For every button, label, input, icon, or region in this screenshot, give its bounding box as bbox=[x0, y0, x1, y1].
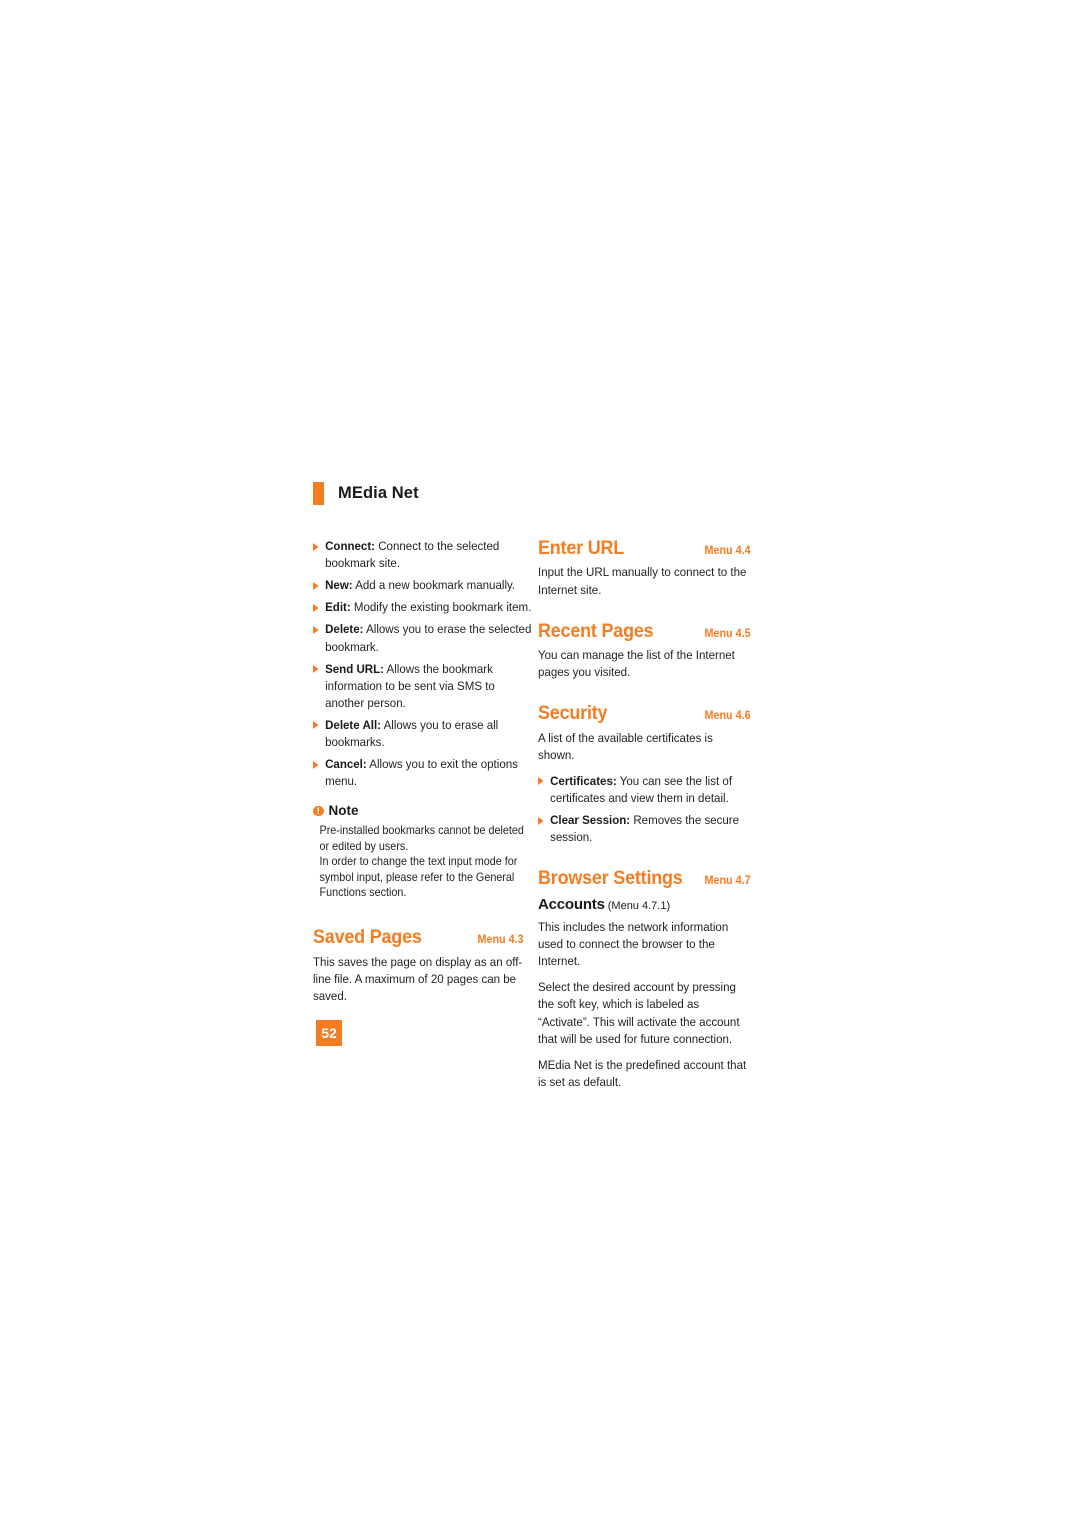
section-header: Browser Settings Menu 4.7 bbox=[538, 867, 751, 890]
section-browser-settings: Browser Settings Menu 4.7 Accounts (Menu … bbox=[538, 867, 751, 1091]
triangle-bullet-icon bbox=[313, 625, 319, 634]
section-body: This saves the page on display as an off… bbox=[313, 954, 523, 1003]
section-header: Enter URL Menu 4.4 bbox=[538, 537, 751, 559]
list-item-term: Send URL: bbox=[325, 661, 384, 676]
section-header: Saved Pages Menu 4.3 bbox=[313, 926, 524, 949]
list-item-term: Delete: bbox=[325, 622, 364, 637]
subsection-title: Accounts bbox=[538, 895, 605, 913]
note-body: Pre-installed bookmarks cannot be delete… bbox=[313, 823, 530, 901]
section-menu-tag: Menu 4.7 bbox=[704, 874, 751, 888]
list-item: Certificates: You can see the list of ce… bbox=[538, 773, 763, 807]
right-column: Enter URL Menu 4.4 Input the URL manuall… bbox=[538, 537, 751, 1091]
section-body: Input the URL manually to connect to the… bbox=[538, 565, 747, 597]
running-head: MEdia Net bbox=[313, 482, 419, 505]
section-header: Security Menu 4.6 bbox=[538, 702, 751, 725]
triangle-bullet-icon bbox=[313, 760, 319, 769]
section-recent-pages: Recent Pages Menu 4.5 You can manage the… bbox=[538, 619, 751, 682]
list-item: New: Add a new bookmark manually. bbox=[313, 577, 536, 594]
subsection-header-accounts: Accounts (Menu 4.7.1) bbox=[538, 895, 751, 914]
subsection-menu-tag: (Menu 4.7.1) bbox=[607, 899, 671, 912]
section-menu-tag: Menu 4.3 bbox=[477, 933, 524, 947]
list-item-term: Connect: bbox=[325, 539, 376, 553]
triangle-bullet-icon bbox=[313, 542, 319, 551]
note-label: Note bbox=[328, 803, 359, 819]
triangle-bullet-icon bbox=[538, 777, 544, 786]
left-column: Connect: Connect to the selected bookmar… bbox=[313, 538, 531, 1005]
manual-page: MEdia Net Connect: Connect to the select… bbox=[0, 0, 1080, 1527]
section-title: Enter URL bbox=[538, 537, 625, 559]
list-item: Send URL: Allows the bookmark informatio… bbox=[313, 661, 536, 712]
section-title: Saved Pages bbox=[313, 926, 422, 949]
list-item: Delete All: Allows you to erase all book… bbox=[313, 717, 536, 751]
note-line: In order to change the text input mode f… bbox=[319, 855, 518, 900]
section-security: Security Menu 4.6 A list of the availabl… bbox=[538, 702, 751, 846]
section-title: Browser Settings bbox=[538, 867, 683, 890]
list-item-term: Delete All: bbox=[325, 717, 382, 732]
note-line: Pre-installed bookmarks cannot be delete… bbox=[319, 823, 524, 853]
note-block: Note Pre-installed bookmarks cannot be d… bbox=[313, 804, 524, 901]
bookmark-options-list: Connect: Connect to the selected bookmar… bbox=[313, 538, 531, 790]
subsection-body: MEdia Net is the predefined account that… bbox=[538, 1057, 747, 1089]
section-enter-url: Enter URL Menu 4.4 Input the URL manuall… bbox=[538, 537, 751, 599]
section-title: Recent Pages bbox=[538, 619, 654, 642]
triangle-bullet-icon bbox=[313, 721, 319, 730]
triangle-bullet-icon bbox=[313, 581, 319, 590]
list-item: Cancel: Allows you to exit the options m… bbox=[313, 756, 536, 790]
triangle-bullet-icon bbox=[313, 603, 319, 612]
section-title: Security bbox=[538, 702, 608, 725]
list-item-term: Clear Session: bbox=[550, 813, 631, 828]
triangle-bullet-icon bbox=[538, 816, 544, 825]
list-item: Clear Session: Removes the secure sessio… bbox=[538, 812, 763, 846]
list-item-term: New: bbox=[325, 578, 353, 593]
subsection-body: Select the desired account by pressing t… bbox=[538, 980, 740, 1046]
section-menu-tag: Menu 4.5 bbox=[704, 626, 751, 640]
list-item: Edit: Modify the existing bookmark item. bbox=[313, 599, 536, 616]
page-number-badge: 52 bbox=[316, 1020, 342, 1046]
section-menu-tag: Menu 4.6 bbox=[704, 709, 751, 723]
triangle-bullet-icon bbox=[313, 665, 319, 674]
section-body: A list of the available certificates is … bbox=[538, 730, 713, 762]
list-item-term: Certificates: bbox=[550, 773, 617, 788]
list-item-term: Edit: bbox=[325, 600, 351, 615]
list-item: Delete: Allows you to erase the selected… bbox=[313, 621, 536, 655]
note-header: Note bbox=[313, 804, 524, 818]
section-header: Recent Pages Menu 4.5 bbox=[538, 619, 751, 642]
list-item-desc: Add a new bookmark manually. bbox=[352, 578, 516, 593]
section-menu-tag: Menu 4.4 bbox=[704, 544, 751, 557]
security-options-list: Certificates: You can see the list of ce… bbox=[538, 773, 751, 846]
section-body: You can manage the list of the Internet … bbox=[538, 648, 735, 680]
list-item: Connect: Connect to the selected bookmar… bbox=[313, 538, 536, 572]
accent-bar-icon bbox=[313, 482, 324, 505]
running-head-title: MEdia Net bbox=[338, 484, 419, 503]
list-item-term: Cancel: bbox=[325, 757, 367, 772]
section-saved-pages: Saved Pages Menu 4.3 This saves the page… bbox=[313, 926, 524, 1005]
exclamation-circle-icon bbox=[313, 805, 324, 817]
list-item-desc: Modify the existing bookmark item. bbox=[350, 600, 532, 615]
subsection-body: This includes the network information us… bbox=[538, 920, 729, 969]
